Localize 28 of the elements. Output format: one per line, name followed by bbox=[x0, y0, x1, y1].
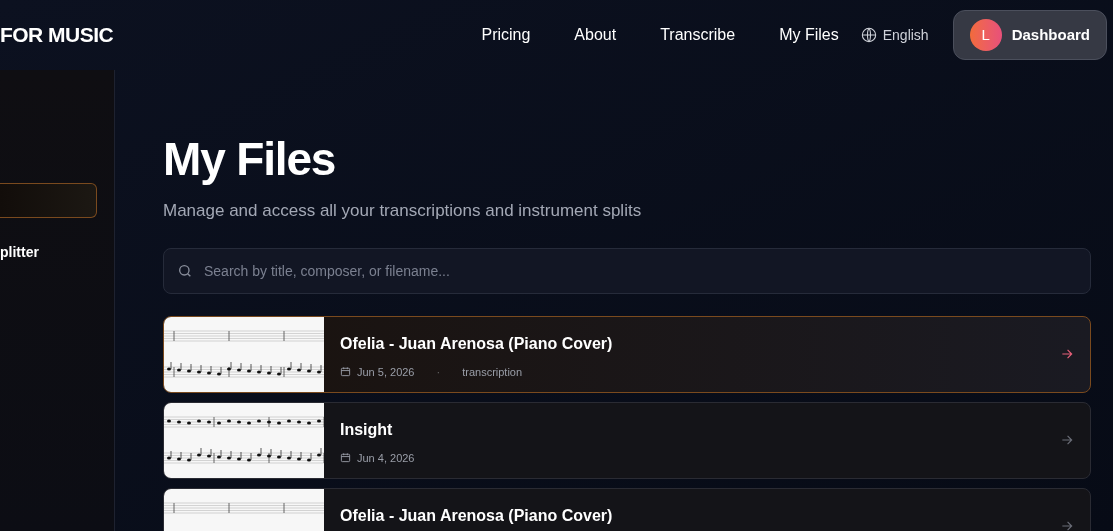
file-card[interactable]: Ofelia - Juan Arenosa (Piano Cover) Jun 5, 2026 · transcription bbox=[163, 315, 1091, 393]
file-type: transcription bbox=[462, 364, 523, 380]
nav-link[interactable]: Pricing bbox=[481, 23, 531, 47]
page-subtitle: Manage and access all your transcriptions and instrument splits bbox=[163, 200, 643, 222]
file-card[interactable]: Ofelia - Juan Arenosa (Piano Cover) bbox=[163, 487, 1091, 531]
arrow-right-icon bbox=[1060, 347, 1074, 361]
nav-link[interactable]: About bbox=[574, 23, 617, 47]
sidebar-item[interactable]: plitter bbox=[0, 242, 97, 262]
separator-dot: · bbox=[436, 364, 441, 380]
search-icon bbox=[177, 262, 193, 279]
calendar-icon bbox=[340, 452, 351, 464]
nav-link[interactable]: Transcribe bbox=[660, 23, 736, 47]
sidebar-item[interactable] bbox=[0, 183, 97, 218]
file-date: Jun 5, 2026 bbox=[357, 364, 415, 380]
arrow-right-icon bbox=[1060, 519, 1074, 531]
file-date: Jun 4, 2026 bbox=[357, 450, 415, 466]
file-title: Ofelia - Juan Arenosa (Piano Cover) bbox=[340, 333, 614, 354]
file-title: Insight bbox=[340, 419, 394, 440]
file-title: Ofelia - Juan Arenosa (Piano Cover) bbox=[340, 505, 614, 526]
arrow-right-icon bbox=[1060, 433, 1074, 447]
search-field[interactable]: Search by title, composer, or filename... bbox=[163, 247, 1091, 294]
language-selector[interactable]: English bbox=[882, 24, 929, 46]
calendar-icon bbox=[340, 366, 351, 378]
dashboard-button[interactable]: L Dashboard bbox=[952, 10, 1107, 60]
nav-link[interactable]: My Files bbox=[779, 23, 839, 47]
logo-text[interactable]: FOR MUSIC bbox=[0, 19, 114, 51]
globe-icon bbox=[860, 27, 877, 43]
file-card[interactable]: Insight Jun 4, 2026 bbox=[163, 401, 1091, 479]
